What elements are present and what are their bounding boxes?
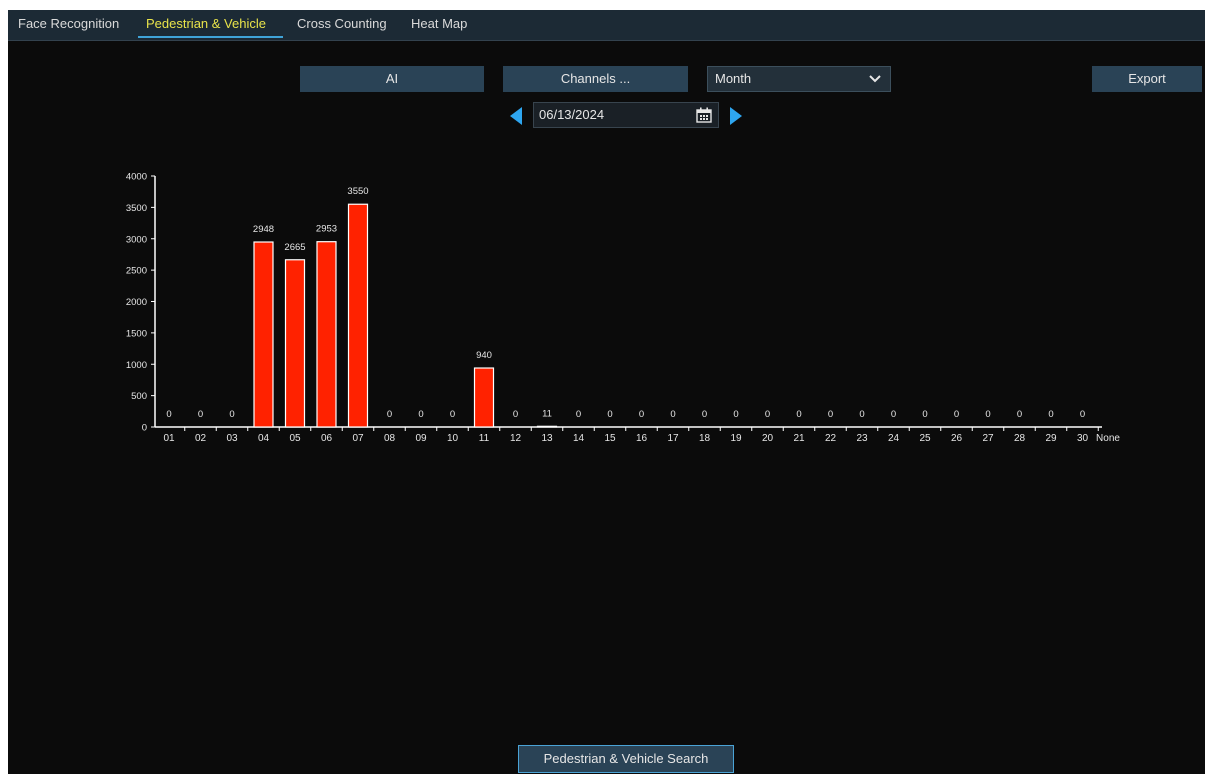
x-tick-label: 16 (636, 433, 648, 444)
x-tick-label: 28 (1014, 433, 1026, 444)
data-label: 11 (542, 408, 552, 419)
bar-chart: 0500100015002000250030003500400001 02 03 04… (126, 172, 1121, 445)
x-tick-label: 10 (447, 433, 459, 444)
x-tick-label: 01 (163, 433, 175, 444)
x-tick-label: 08 (384, 433, 396, 444)
data-label: 0 (954, 409, 959, 420)
x-tick-label: 20 (762, 433, 774, 444)
y-tick-label: 2500 (126, 266, 147, 277)
bar (316, 241, 337, 428)
pedestrian-vehicle-search-button[interactable]: Pedestrian & Vehicle Search (518, 745, 734, 773)
data-label: 0 (828, 409, 833, 420)
y-tick-label: 1500 (126, 328, 147, 339)
data-label: 0 (387, 409, 392, 420)
data-label: 0 (765, 409, 770, 420)
x-tick-label: 30 (1077, 433, 1089, 444)
data-label: 0 (733, 409, 738, 420)
x-tick-label: 29 (1045, 433, 1057, 444)
y-tick-label: 3000 (126, 234, 147, 245)
x-tick-label: 17 (667, 433, 679, 444)
x-tick-label: 15 (604, 433, 616, 444)
x-tick-label: 24 (888, 433, 900, 444)
x-tick-label: 21 (793, 433, 805, 444)
bar (347, 203, 369, 428)
data-label: 0 (891, 409, 896, 420)
y-tick-label: 500 (131, 391, 147, 402)
x-tick-label: 06 (321, 433, 333, 444)
data-label: 0 (1017, 409, 1022, 420)
data-label: 0 (576, 409, 581, 420)
data-label: 0 (1048, 409, 1053, 420)
x-tick-label: 11 (479, 433, 490, 444)
bar (473, 367, 495, 428)
x-tick-label: 25 (919, 433, 931, 444)
x-tick-label: 27 (982, 433, 994, 444)
x-tick-label: 04 (258, 433, 270, 444)
data-label: 0 (922, 409, 927, 420)
x-tick-label: 05 (289, 433, 301, 444)
data-label: 0 (639, 409, 644, 420)
data-label: 2665 (284, 242, 305, 253)
data-label: 0 (607, 409, 612, 420)
x-tick-label: 22 (825, 433, 837, 444)
y-tick-label: 3500 (126, 203, 147, 214)
data-label: 0 (198, 409, 203, 420)
y-tick-label: 1000 (126, 360, 147, 371)
data-label: 0 (702, 409, 707, 420)
y-tick-label: 2000 (126, 297, 147, 308)
x-tick-label: 19 (730, 433, 742, 444)
x-tick-label: 23 (856, 433, 868, 444)
data-label: 0 (418, 409, 423, 420)
bar (253, 241, 274, 428)
data-label: 0 (166, 409, 171, 420)
data-label: 2953 (316, 224, 337, 235)
y-tick-label: 0 (142, 423, 147, 434)
x-tick-label: None (1096, 433, 1120, 444)
x-tick-label: 18 (699, 433, 711, 444)
bar (536, 425, 558, 428)
data-label: 3550 (347, 186, 368, 197)
data-label: 2948 (253, 224, 274, 235)
data-label: 0 (1080, 409, 1085, 420)
app-window: Face Recognition Pedestrian & Vehicle Cr… (8, 10, 1205, 774)
data-label: 0 (229, 409, 234, 420)
y-tick-label: 4000 (126, 172, 147, 183)
data-label: 0 (450, 409, 455, 420)
data-label: 0 (985, 409, 990, 420)
x-tick-label: 02 (195, 433, 207, 444)
data-label: 0 (859, 409, 864, 420)
x-tick-label: 14 (573, 433, 585, 444)
x-tick-label: 26 (951, 433, 963, 444)
x-tick-label: 09 (415, 433, 427, 444)
data-label: 0 (513, 409, 518, 420)
x-tick-label: 03 (226, 433, 238, 444)
bar (284, 259, 306, 428)
x-tick-label: 13 (541, 433, 553, 444)
x-tick-label: 12 (510, 433, 522, 444)
x-tick-label: 07 (352, 433, 364, 444)
data-label: 940 (476, 350, 492, 361)
data-label: 0 (670, 409, 675, 420)
data-label: 0 (796, 409, 801, 420)
